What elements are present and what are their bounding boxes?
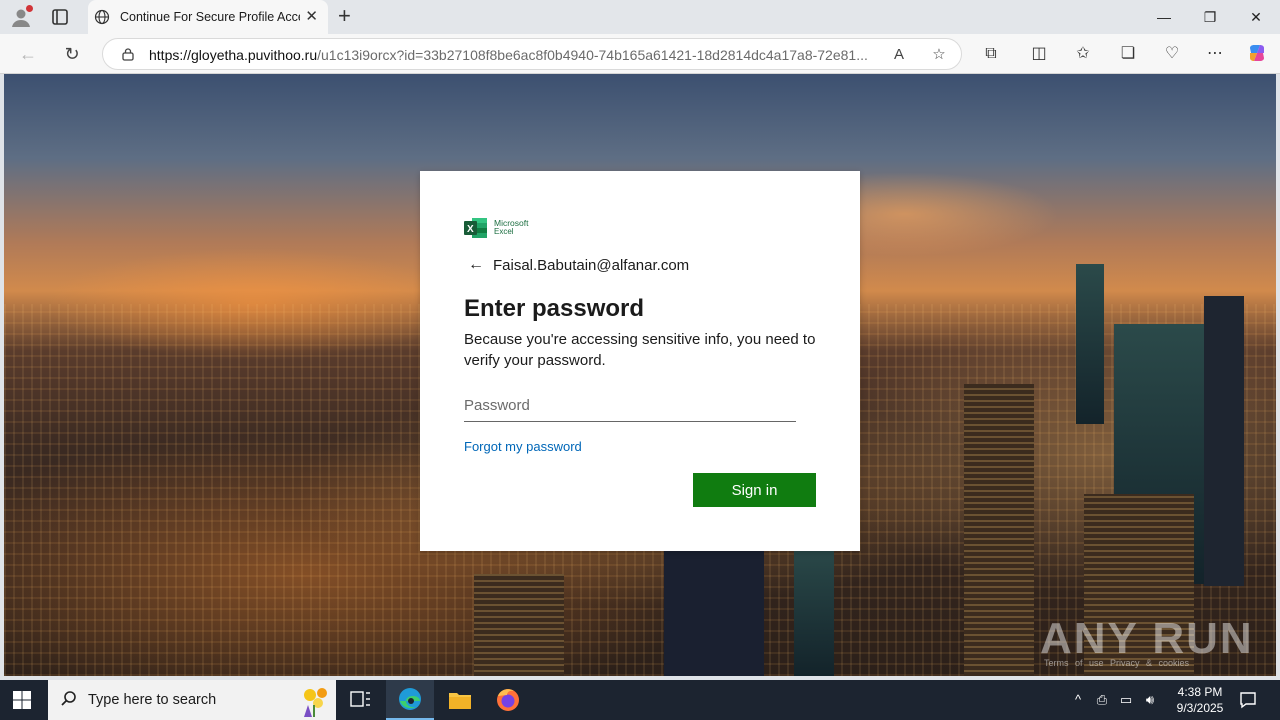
password-input[interactable] <box>464 390 796 422</box>
site-info-icon[interactable] <box>121 47 135 61</box>
microsoft-excel-logo: X Microsoft Excel <box>464 216 536 240</box>
volume-icon[interactable]: 🔊︎ <box>1140 690 1160 710</box>
back-arrow-icon[interactable]: ← <box>468 257 484 273</box>
anyrun-watermark: ANY RUN <box>1040 614 1254 663</box>
search-icon <box>60 690 78 708</box>
front-building <box>664 544 764 676</box>
clock-date: 9/3/2025 <box>1176 701 1224 715</box>
search-highlight-flowers-icon <box>298 683 332 717</box>
task-view-icon[interactable] <box>336 680 384 720</box>
page-title: Enter password <box>464 295 645 322</box>
description-text: Because you're accessing sensitive info,… <box>464 331 816 369</box>
back-icon[interactable]: ← <box>16 42 40 66</box>
browser-toolbar: ← ↻ https://gloyetha.puvithoo.ru/u1c13i9… <box>0 34 1280 74</box>
forgot-password-link[interactable]: Forgot my password <box>464 439 582 454</box>
minimize-icon[interactable]: — <box>1150 6 1178 28</box>
read-aloud-icon[interactable]: A <box>889 45 909 65</box>
file-explorer-icon[interactable] <box>436 680 484 720</box>
copilot-icon[interactable] <box>1246 42 1268 64</box>
svg-text:X: X <box>467 224 474 235</box>
kingdom-tower <box>1076 264 1104 424</box>
active-tab[interactable]: Continue For Secure Profile Access ✕ <box>88 0 328 34</box>
faisaliah-tower <box>1204 296 1244 586</box>
search-placeholder: Type here to search <box>88 692 217 708</box>
restore-icon[interactable]: ❐ <box>1196 6 1224 28</box>
tab-title: Continue For Secure Profile Access <box>120 10 300 24</box>
url-text: https://gloyetha.puvithoo.ru/u1c13i9orcx… <box>149 47 868 63</box>
window-close-icon[interactable]: ✕ <box>1242 6 1270 28</box>
front-building <box>474 574 564 676</box>
windows-start-icon[interactable] <box>12 690 32 710</box>
tab-close-icon[interactable]: ✕ <box>305 9 318 25</box>
globe-icon <box>94 9 110 25</box>
address-bar[interactable]: https://gloyetha.puvithoo.ru/u1c13i9orcx… <box>102 38 962 70</box>
device-icon[interactable]: ⎙ <box>1092 690 1112 710</box>
windows-taskbar: Type here to search ^ ⎙ ▭ 🔊︎ 4:38 PM 9/3… <box>0 680 1280 720</box>
profile-avatar-icon[interactable] <box>10 5 33 28</box>
refresh-icon[interactable]: ↻ <box>60 42 84 66</box>
notifications-icon[interactable] <box>1238 690 1258 710</box>
tab-actions-icon[interactable] <box>48 6 72 28</box>
office-building <box>964 384 1034 676</box>
favorite-star-icon[interactable]: ☆ <box>929 45 949 65</box>
show-hidden-icons-icon[interactable]: ^ <box>1068 690 1088 710</box>
edge-taskbar-icon[interactable] <box>386 680 434 720</box>
sign-in-button[interactable]: Sign in <box>693 473 816 507</box>
more-options-icon[interactable]: ⋯ <box>1204 43 1226 65</box>
firefox-icon[interactable] <box>484 680 532 720</box>
taskbar-clock[interactable]: 4:38 PM 9/3/2025 <box>1166 684 1234 716</box>
new-tab-icon[interactable]: + <box>338 5 351 27</box>
front-building <box>794 544 834 676</box>
account-identity: Faisal.Babutain@alfanar.com <box>493 257 690 274</box>
extensions-icon[interactable]: ⧉ <box>980 43 1002 65</box>
split-screen-icon[interactable]: ◫ <box>1028 43 1050 65</box>
collections-icon[interactable]: ❏ <box>1117 43 1139 65</box>
clock-time: 4:38 PM <box>1177 685 1223 699</box>
browser-tab-bar: Continue For Secure Profile Access ✕ + —… <box>0 0 1280 34</box>
network-icon[interactable]: ▭ <box>1116 690 1136 710</box>
favorites-icon[interactable]: ✩ <box>1072 43 1094 65</box>
browser-essentials-icon[interactable]: ♡ <box>1161 43 1183 65</box>
login-card: X Microsoft Excel ← Faisal.Babutain@alfa… <box>420 171 860 551</box>
watermark-footer-text: Terms of use Privacy & cookies <box>1044 658 1190 668</box>
taskbar-search-box[interactable]: Type here to search <box>48 680 336 720</box>
excel-icon: X <box>464 217 488 239</box>
